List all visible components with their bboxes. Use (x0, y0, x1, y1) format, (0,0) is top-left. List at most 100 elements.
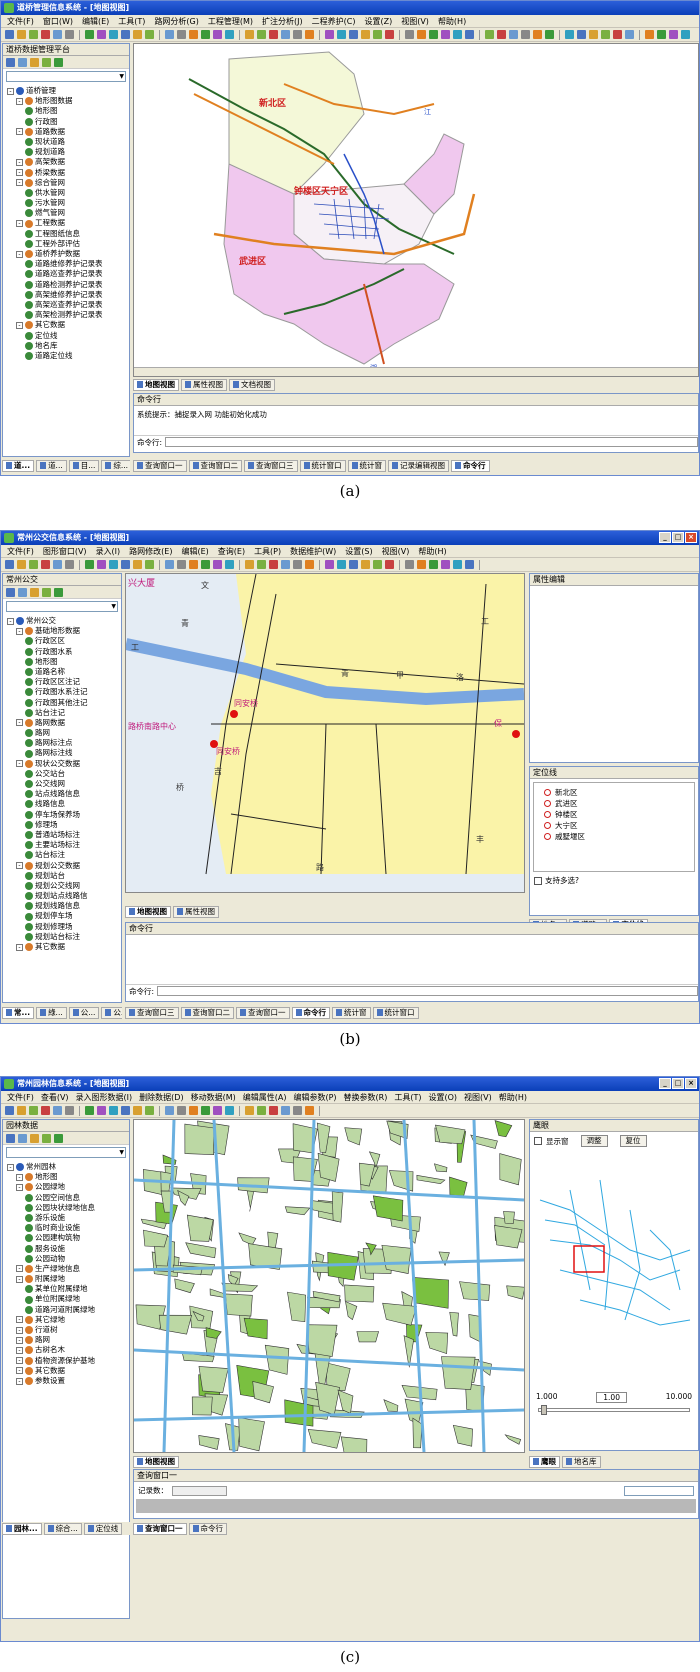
multi-select-checkbox[interactable] (534, 876, 542, 885)
tree-node[interactable]: - 道桥养护数据 (3, 249, 129, 259)
expand-toggle-icon[interactable]: - (16, 97, 23, 105)
tree-node[interactable]: 站点线路信息 (3, 789, 121, 799)
toolbar-button-icon[interactable] (145, 30, 154, 39)
toolbar-button-icon[interactable] (189, 30, 198, 39)
menu-item[interactable]: 图形窗口(V) (43, 546, 87, 557)
toolbar-button-icon[interactable] (121, 560, 130, 569)
tree-node[interactable]: - 植物资源保护基地 (3, 1356, 129, 1366)
tree-node[interactable]: - 参数设置 (3, 1376, 129, 1386)
tree-node[interactable]: 道路维修养护记录表 (3, 259, 129, 269)
map-scrollbar-a[interactable] (134, 367, 698, 376)
toolbar-button-icon[interactable] (97, 30, 106, 39)
toolbar-button-icon[interactable] (305, 1106, 314, 1115)
menu-item[interactable]: 数据维护(W) (290, 546, 336, 557)
tab[interactable]: 查询窗口二 (180, 1006, 234, 1019)
toolbar-button-icon[interactable] (53, 30, 62, 39)
toolbar-button-icon[interactable] (257, 1106, 266, 1115)
expand-icon[interactable] (6, 57, 15, 67)
tree-node[interactable]: 行政图 (3, 117, 129, 127)
menu-item[interactable]: 视图(V) (382, 546, 410, 557)
toolbar-button-icon[interactable] (121, 1106, 130, 1115)
expand-toggle-icon[interactable]: - (16, 1173, 23, 1181)
menu-item[interactable]: 编辑(E) (181, 546, 208, 557)
tab[interactable]: 属性视图 (173, 905, 219, 918)
toolbar-button-icon[interactable] (225, 1106, 234, 1115)
toolbar-button-icon[interactable] (305, 30, 314, 39)
toolbar-button-icon[interactable] (133, 1106, 142, 1115)
tree-node[interactable]: - 公园绿地 (3, 1182, 129, 1192)
tree-node[interactable]: 公园空间信息 (3, 1193, 129, 1203)
toolbar-button-icon[interactable] (213, 560, 222, 569)
toolbar-button-icon[interactable] (177, 560, 186, 569)
menu-item[interactable]: 设置(Z) (364, 16, 392, 27)
menu-item[interactable]: 工具(T) (118, 16, 145, 27)
toolbar-button-icon[interactable] (201, 30, 210, 39)
tree-node[interactable]: 临时商业设施 (3, 1223, 129, 1233)
menu-item[interactable]: 录入(I) (96, 546, 121, 557)
tree-node[interactable]: - 工程数据 (3, 218, 129, 228)
toolbar-button-icon[interactable] (361, 30, 370, 39)
toolbar-button-icon[interactable] (29, 1106, 38, 1115)
menu-item[interactable]: 工具(T) (394, 1092, 421, 1103)
refresh-icon[interactable] (42, 57, 51, 67)
tree-node[interactable]: 规划站点线路信 (3, 891, 121, 901)
tab[interactable]: 定位线 (83, 1522, 123, 1535)
toolbar-button-icon[interactable] (165, 1106, 174, 1115)
maximize-button[interactable]: □ (672, 532, 684, 543)
expand-toggle-icon[interactable]: - (16, 1316, 23, 1324)
expand-toggle-icon[interactable]: - (7, 617, 14, 625)
expand-toggle-icon[interactable]: - (16, 627, 23, 635)
menu-item[interactable]: 查询(E) (218, 546, 245, 557)
tree-node[interactable]: - 桥梁数据 (3, 168, 129, 178)
tree-node[interactable]: 高架检测养护记录表 (3, 310, 129, 320)
command-input-b[interactable] (157, 986, 698, 996)
layer-combo-c[interactable] (6, 1147, 126, 1158)
expand-toggle-icon[interactable]: - (16, 321, 23, 329)
tree-node[interactable]: 现状道路 (3, 137, 129, 147)
tab[interactable]: 命令行 (451, 459, 490, 472)
menu-item[interactable]: 删除数据(D) (139, 1092, 183, 1103)
menu-item[interactable]: 编辑参数(P) (293, 1092, 336, 1103)
toolbar-button-icon[interactable] (5, 30, 14, 39)
tree-node[interactable]: - 行道树 (3, 1325, 129, 1335)
toolbar-button-icon[interactable] (225, 560, 234, 569)
toolbar-button-icon[interactable] (41, 30, 50, 39)
toolbar-button-icon[interactable] (373, 30, 382, 39)
tree-node[interactable]: 工程外部评估 (3, 239, 129, 249)
toolbar-button-icon[interactable] (497, 30, 506, 39)
expand-toggle-icon[interactable]: - (16, 862, 23, 870)
menu-item[interactable]: 编辑属性(A) (243, 1092, 287, 1103)
expand-toggle-icon[interactable]: - (16, 1357, 23, 1365)
toolbar-button-icon[interactable] (657, 30, 666, 39)
tab[interactable]: 查询窗口一 (133, 1522, 187, 1535)
toolbar-button-icon[interactable] (245, 30, 254, 39)
tab[interactable]: 统计窗口 (299, 459, 346, 472)
tree-node[interactable]: 地形图 (3, 657, 121, 667)
tab[interactable]: 命令行 (291, 1006, 330, 1019)
expand-toggle-icon[interactable]: - (16, 1326, 23, 1334)
toolbar-button-icon[interactable] (189, 1106, 198, 1115)
tree-node[interactable]: 燃气管网 (3, 208, 129, 218)
expand-toggle-icon[interactable]: - (16, 158, 23, 166)
toolbar-button-icon[interactable] (645, 30, 654, 39)
tab[interactable]: 目... (68, 459, 100, 472)
tab[interactable]: 公... (101, 1006, 122, 1019)
toolbar-button-icon[interactable] (405, 560, 414, 569)
toolbar-button-icon[interactable] (201, 560, 210, 569)
layer-combo-b[interactable] (6, 601, 118, 612)
toolbar-button-icon[interactable] (441, 560, 450, 569)
expand-toggle-icon[interactable]: - (7, 1163, 14, 1171)
toolbar-button-icon[interactable] (213, 1106, 222, 1115)
tree-node[interactable]: 线路信息 (3, 799, 121, 809)
tree-node[interactable]: - 其它数据 (3, 1366, 129, 1376)
eagle-eye-overview[interactable] (530, 1150, 698, 1390)
toolbar-button-icon[interactable] (53, 1106, 62, 1115)
expand-icon[interactable] (6, 1133, 15, 1143)
layer-icon[interactable] (30, 587, 39, 597)
toolbar-button-icon[interactable] (165, 560, 174, 569)
tree-node[interactable]: 行政区区注记 (3, 677, 121, 687)
tree-node[interactable]: 普通站场标注 (3, 830, 121, 840)
tree-node[interactable]: - 高架数据 (3, 157, 129, 167)
toolbar-button-icon[interactable] (17, 1106, 26, 1115)
district-item[interactable]: 戚墅堰区 (544, 831, 684, 842)
